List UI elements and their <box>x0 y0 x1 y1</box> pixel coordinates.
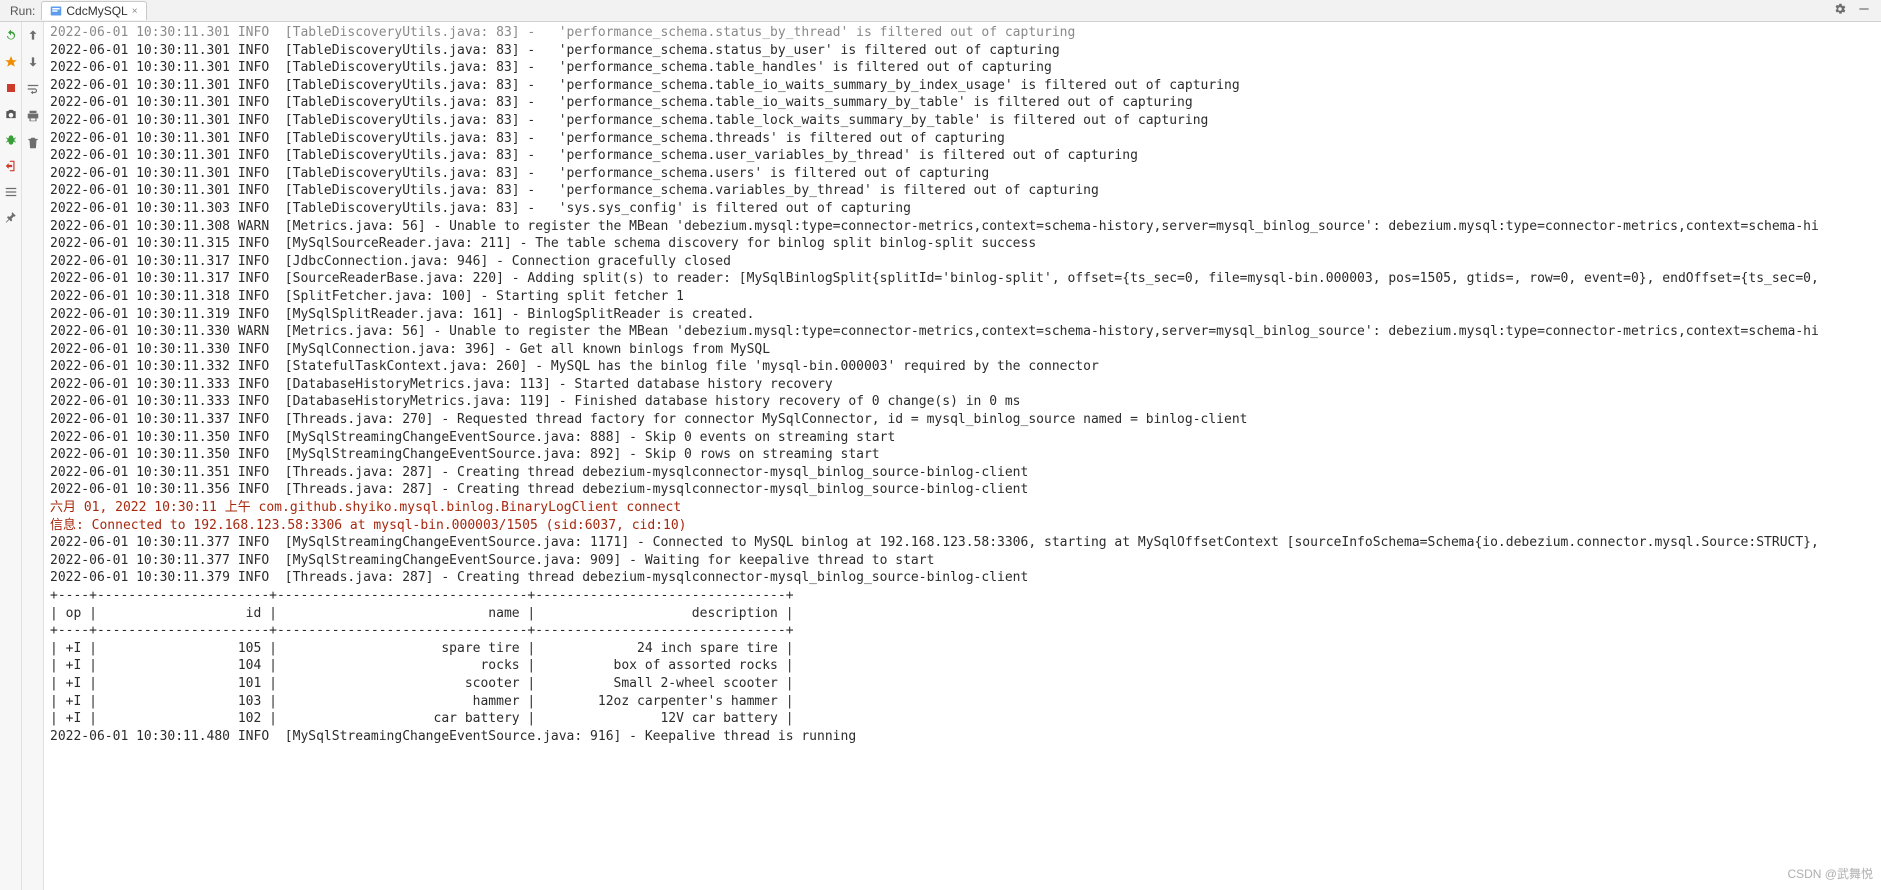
camera-icon[interactable] <box>3 106 19 122</box>
log-line: 2022-06-01 10:30:11.337 INFO [Threads.ja… <box>50 411 1875 429</box>
log-line: 2022-06-01 10:30:11.317 INFO [JdbcConnec… <box>50 253 1875 271</box>
scroll-up-icon[interactable] <box>26 28 40 45</box>
log-line: 2022-06-01 10:30:11.350 INFO [MySqlStrea… <box>50 446 1875 464</box>
log-line: 2022-06-01 10:30:11.301 INFO [TableDisco… <box>50 59 1875 77</box>
run-tab[interactable]: CdcMySQL × <box>41 1 146 20</box>
run-label: Run: <box>4 4 41 18</box>
log-line: | +I | 104 | rocks | box of assorted roc… <box>50 657 1875 675</box>
rerun-icon[interactable] <box>3 28 19 44</box>
log-line: 2022-06-01 10:30:11.319 INFO [MySqlSplit… <box>50 306 1875 324</box>
log-line: | op | id | name | description | <box>50 605 1875 623</box>
log-line: 2022-06-01 10:30:11.333 INFO [DatabaseHi… <box>50 393 1875 411</box>
log-line: 2022-06-01 10:30:11.301 INFO [TableDisco… <box>50 182 1875 200</box>
log-line: 2022-06-01 10:30:11.379 INFO [Threads.ja… <box>50 569 1875 587</box>
console-output[interactable]: 2022-06-01 10:30:11.301 INFO [TableDisco… <box>44 22 1881 890</box>
top-right-controls <box>1833 2 1877 19</box>
tab-title: CdcMySQL <box>66 4 127 18</box>
log-line: 2022-06-01 10:30:11.318 INFO [SplitFetch… <box>50 288 1875 306</box>
stop-icon[interactable] <box>3 80 19 96</box>
log-line: 2022-06-01 10:30:11.301 INFO [TableDisco… <box>50 130 1875 148</box>
log-line: | +I | 105 | spare tire | 24 inch spare … <box>50 640 1875 658</box>
log-line: 2022-06-01 10:30:11.301 INFO [TableDisco… <box>50 42 1875 60</box>
log-line: 2022-06-01 10:30:11.301 INFO [TableDisco… <box>50 77 1875 95</box>
log-line: 2022-06-01 10:30:11.301 INFO [TableDisco… <box>50 165 1875 183</box>
main-area: 2022-06-01 10:30:11.301 INFO [TableDisco… <box>0 22 1881 890</box>
log-line: 2022-06-01 10:30:11.333 INFO [DatabaseHi… <box>50 376 1875 394</box>
log-line: 2022-06-01 10:30:11.330 INFO [MySqlConne… <box>50 341 1875 359</box>
log-line: 2022-06-01 10:30:11.301 INFO [TableDisco… <box>50 147 1875 165</box>
log-line: 2022-06-01 10:30:11.330 WARN [Metrics.ja… <box>50 323 1875 341</box>
layout-icon[interactable] <box>3 184 19 200</box>
trash-icon[interactable] <box>26 136 40 153</box>
close-icon[interactable]: × <box>132 6 138 17</box>
pin-icon[interactable] <box>3 210 19 226</box>
log-line: | +I | 101 | scooter | Small 2-wheel sco… <box>50 675 1875 693</box>
bug-icon[interactable] <box>3 132 19 148</box>
exit-icon[interactable] <box>3 158 19 174</box>
log-line: 2022-06-01 10:30:11.377 INFO [MySqlStrea… <box>50 534 1875 552</box>
log-line: 2022-06-01 10:30:11.303 INFO [TableDisco… <box>50 200 1875 218</box>
log-line: 2022-06-01 10:30:11.301 INFO [TableDisco… <box>50 94 1875 112</box>
log-line: +----+----------------------+-----------… <box>50 622 1875 640</box>
top-bar: Run: CdcMySQL × <box>0 0 1881 22</box>
scroll-down-icon[interactable] <box>26 55 40 72</box>
print-icon[interactable] <box>26 109 40 126</box>
log-line: | +I | 103 | hammer | 12oz carpenter's h… <box>50 693 1875 711</box>
gutter-left-a <box>0 22 22 890</box>
log-line: 2022-06-01 10:30:11.301 INFO [TableDisco… <box>50 112 1875 130</box>
log-line: 2022-06-01 10:30:11.315 INFO [MySqlSourc… <box>50 235 1875 253</box>
log-line: 信息: Connected to 192.168.123.58:3306 at … <box>50 517 1875 535</box>
log-line: 2022-06-01 10:30:11.480 INFO [MySqlStrea… <box>50 728 1875 746</box>
log-line: | +I | 102 | car battery | 12V car batte… <box>50 710 1875 728</box>
log-line: 2022-06-01 10:30:11.332 INFO [StatefulTa… <box>50 358 1875 376</box>
log-line: 2022-06-01 10:30:11.350 INFO [MySqlStrea… <box>50 429 1875 447</box>
log-line: 2022-06-01 10:30:11.308 WARN [Metrics.ja… <box>50 218 1875 236</box>
log-line: 2022-06-01 10:30:11.351 INFO [Threads.ja… <box>50 464 1875 482</box>
gear-icon[interactable] <box>1833 2 1847 19</box>
soft-wrap-icon[interactable] <box>26 82 40 99</box>
app-icon <box>50 5 62 17</box>
log-line: +----+----------------------+-----------… <box>50 587 1875 605</box>
minimize-icon[interactable] <box>1857 2 1871 19</box>
log-line: 2022-06-01 10:30:11.317 INFO [SourceRead… <box>50 270 1875 288</box>
log-line: 六月 01, 2022 10:30:11 上午 com.github.shyik… <box>50 499 1875 517</box>
log-line: 2022-06-01 10:30:11.377 INFO [MySqlStrea… <box>50 552 1875 570</box>
log-line: 2022-06-01 10:30:11.356 INFO [Threads.ja… <box>50 481 1875 499</box>
attach-icon[interactable] <box>3 54 19 70</box>
log-line: 2022-06-01 10:30:11.301 INFO [TableDisco… <box>50 24 1875 42</box>
gutter-left-b <box>22 22 44 890</box>
